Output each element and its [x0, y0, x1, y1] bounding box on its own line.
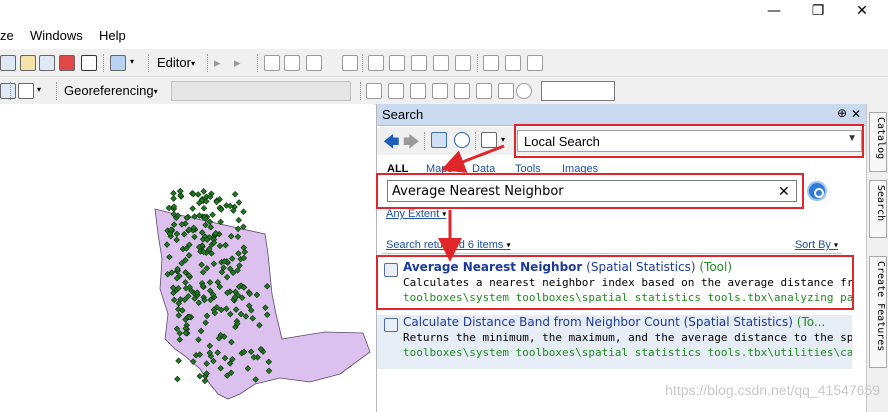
annotation-arrow: [440, 144, 505, 173]
annotation-arrows: [438, 144, 505, 262]
right-dock: Catalog Search Create Features: [866, 104, 888, 412]
watermark-text: https://blog.csdn.net/qq_41547659: [665, 382, 880, 398]
dock-tab-create-features[interactable]: Create Features: [869, 256, 887, 368]
dock-tab-search[interactable]: Search: [869, 180, 887, 238]
dock-tab-catalog[interactable]: Catalog: [869, 112, 887, 172]
